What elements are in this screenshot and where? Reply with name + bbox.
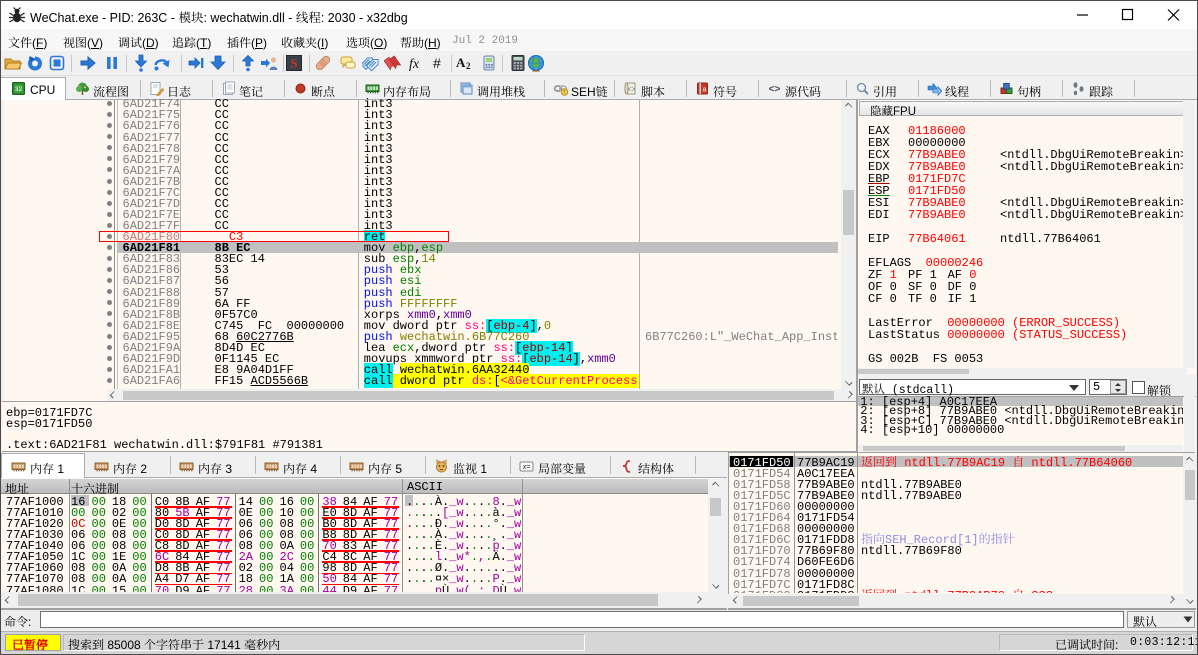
svg-text:2: 2 — [466, 61, 471, 71]
svg-text:x=: x= — [522, 464, 531, 471]
svg-text:#: # — [433, 55, 441, 71]
svg-text:<>: <> — [627, 87, 635, 94]
svg-text:fx: fx — [409, 57, 420, 72]
svg-text:<>: <> — [769, 84, 781, 95]
svg-text:S: S — [290, 56, 297, 71]
svg-text:32: 32 — [15, 86, 23, 93]
svg-text:A: A — [456, 55, 466, 70]
